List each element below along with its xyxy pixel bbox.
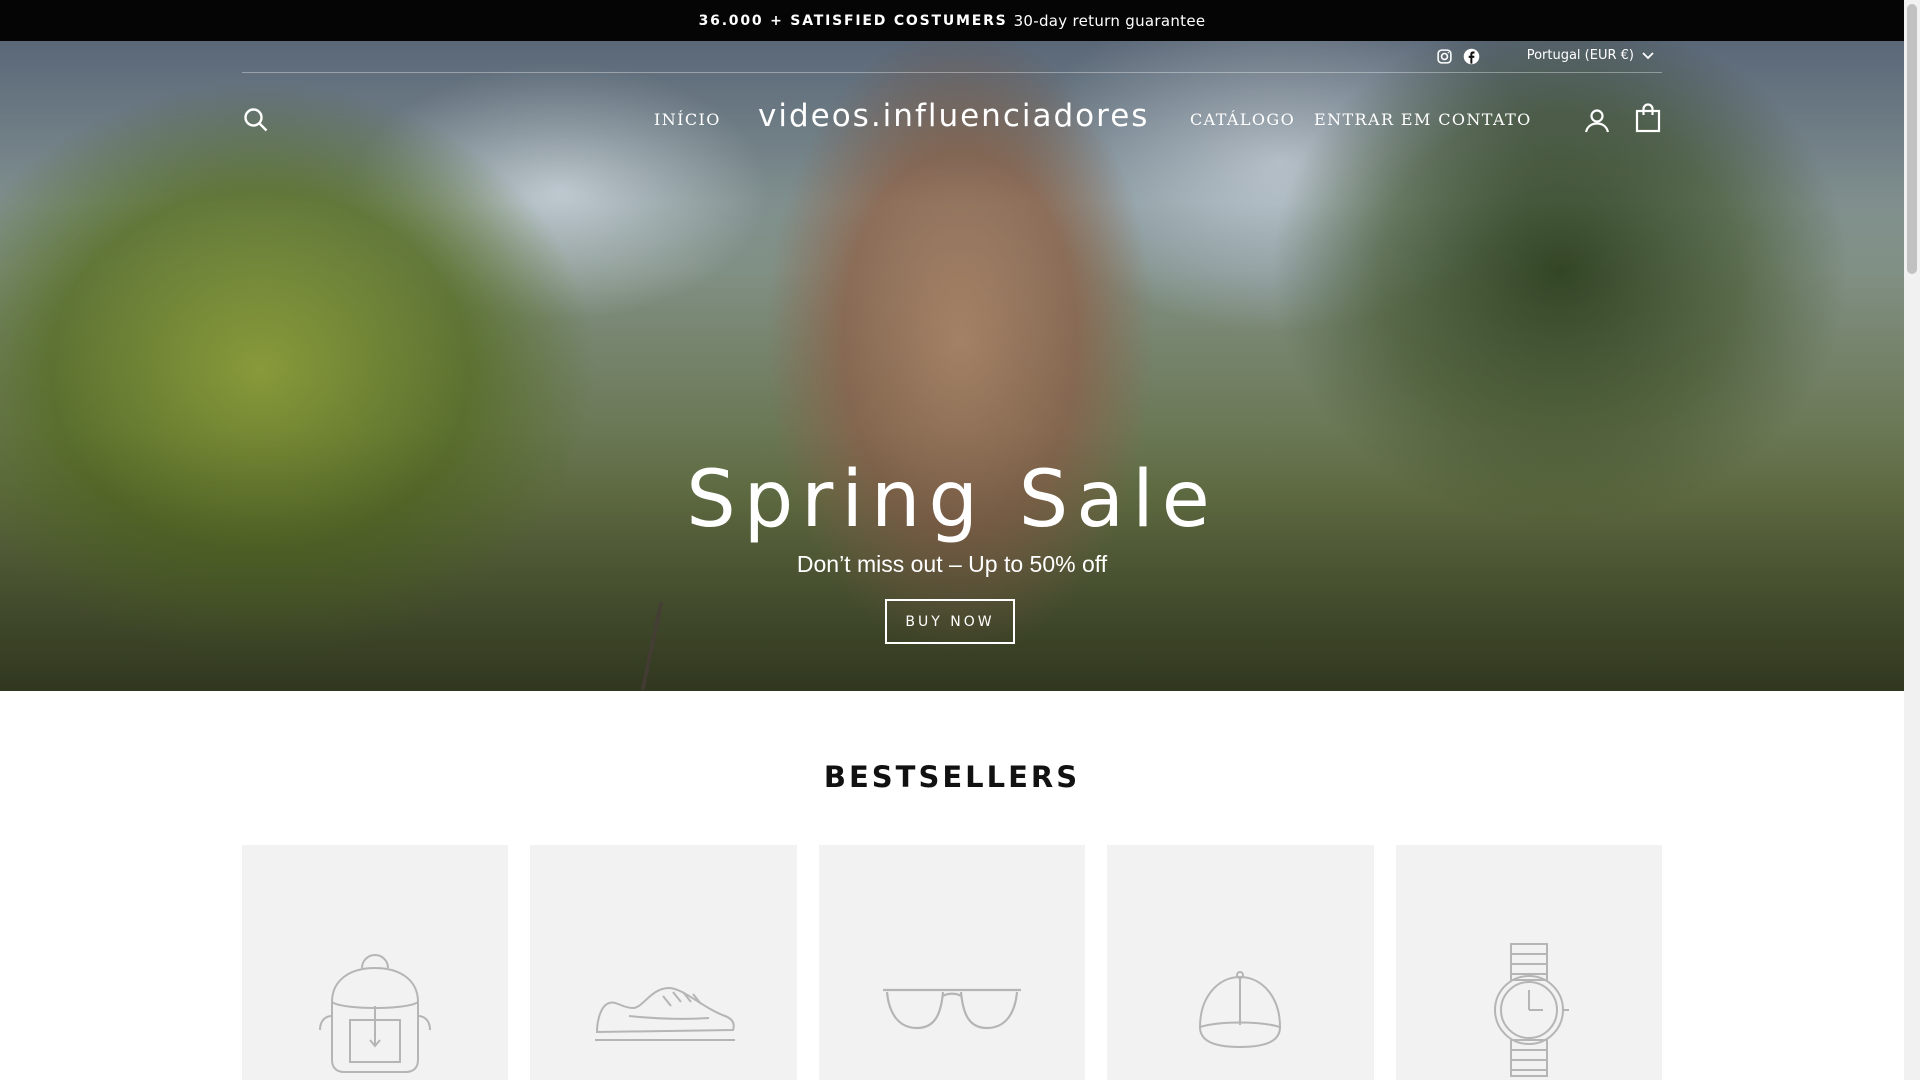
announcement-bar: 36.000 + SATISFIED COSTUMERS 30-day retu…	[0, 0, 1904, 41]
announcement-text: 30-day return guarantee	[1013, 11, 1206, 30]
user-icon[interactable]	[1583, 106, 1611, 134]
bestsellers-title: BESTSELLERS	[823, 760, 1081, 794]
nav-link-contato[interactable]: ENTRAR EM CONTATO	[1314, 110, 1532, 129]
page-scrollbar[interactable]	[1904, 0, 1920, 1080]
chevron-down-icon	[1642, 51, 1654, 59]
currency-label: Portugal (EUR €)	[1526, 48, 1634, 63]
product-card[interactable]	[818, 845, 1086, 1080]
sunglasses-icon	[883, 988, 1022, 1030]
product-card[interactable]	[242, 845, 509, 1080]
header-utility-row: Portugal (EUR €)	[242, 41, 1662, 73]
facebook-icon[interactable]	[1463, 48, 1480, 65]
store-logo[interactable]: videos.influenciadores	[758, 98, 1149, 134]
product-card[interactable]	[530, 845, 797, 1080]
hero-image-detail	[640, 601, 664, 691]
currency-selector[interactable]: Portugal (EUR €)	[1527, 48, 1654, 63]
social-links	[1436, 48, 1480, 65]
backpack-icon	[319, 954, 432, 1073]
product-grid	[242, 845, 1663, 1080]
bag-icon[interactable]	[1634, 103, 1662, 133]
watch-icon	[1493, 943, 1569, 1077]
sneaker-icon	[594, 986, 735, 1041]
nav-link-catalogo[interactable]: CATÁLOGO	[1190, 110, 1295, 129]
buy-now-button[interactable]: BUY NOW	[885, 599, 1015, 644]
nav-link-inicio[interactable]: INÍCIO	[654, 110, 721, 129]
product-card[interactable]	[1395, 845, 1663, 1080]
hero-title: Spring Sale	[686, 455, 1218, 545]
cap-icon	[1199, 971, 1282, 1049]
product-card[interactable]	[1107, 845, 1374, 1080]
hero-subtitle: Don’t miss out – Up to 50% off	[796, 551, 1108, 577]
instagram-icon[interactable]	[1436, 48, 1453, 65]
main-navigation: INÍCIO videos.influenciadores CATÁLOGO E…	[0, 96, 1904, 144]
scrollbar-thumb[interactable]	[1907, 4, 1917, 274]
announcement-highlight: 36.000 + SATISFIED COSTUMERS	[698, 12, 1008, 29]
search-icon[interactable]	[242, 106, 270, 134]
